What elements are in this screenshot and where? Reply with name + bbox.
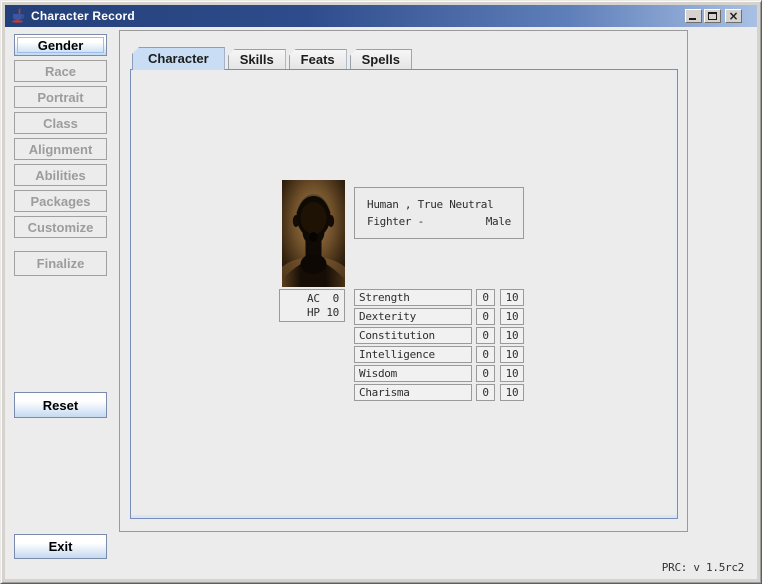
ability-score: 10: [500, 384, 524, 401]
ability-modifier: 0: [476, 346, 495, 363]
finalize-button[interactable]: Finalize: [14, 251, 107, 276]
ac-value: 0: [333, 292, 339, 306]
tab-spells[interactable]: Spells: [350, 49, 412, 69]
ability-row-charisma: Charisma 0 10: [354, 384, 525, 401]
ability-name: Dexterity: [354, 308, 472, 325]
window-title: Character Record: [31, 9, 135, 23]
ac-label: AC: [307, 292, 320, 305]
close-button[interactable]: ×: [725, 9, 742, 23]
minimize-icon: [689, 18, 696, 20]
hp-value: 10: [326, 306, 339, 320]
nav-button-portrait[interactable]: Portrait: [14, 86, 107, 108]
hp-label: HP: [307, 306, 320, 319]
nav-button-race[interactable]: Race: [14, 60, 107, 82]
window-controls: ×: [683, 9, 742, 23]
ability-row-dexterity: Dexterity 0 10: [354, 308, 525, 325]
ability-modifier: 0: [476, 308, 495, 325]
ability-row-wisdom: Wisdom 0 10: [354, 365, 525, 382]
character-portrait-image: [282, 180, 345, 287]
ability-modifier: 0: [476, 384, 495, 401]
nav-button-gender[interactable]: Gender: [14, 34, 107, 56]
tab-skills[interactable]: Skills: [228, 49, 286, 69]
class-text: Fighter -: [367, 213, 424, 230]
hp-line: HP 10: [280, 306, 344, 320]
java-coffee-cup-icon: [10, 8, 26, 24]
reset-button[interactable]: Reset: [14, 392, 107, 418]
ac-line: AC 0: [280, 292, 344, 306]
nav-button-class[interactable]: Class: [14, 112, 107, 134]
ability-score: 10: [500, 346, 524, 363]
main-panel: Character Skills Feats Spells: [119, 30, 688, 532]
minimize-button[interactable]: [685, 9, 702, 23]
ability-name: Wisdom: [354, 365, 472, 382]
character-tab-content: AC 0 HP 10 Human , True Neutral Fighter …: [130, 69, 678, 519]
ability-name: Charisma: [354, 384, 472, 401]
race-alignment-text: Human , True Neutral: [367, 196, 511, 213]
exit-button[interactable]: Exit: [14, 534, 107, 559]
prc-version-label: PRC: v 1.5rc2: [662, 561, 744, 574]
nav-button-customize[interactable]: Customize: [14, 216, 107, 238]
nav-button-packages[interactable]: Packages: [14, 190, 107, 212]
maximize-button[interactable]: [704, 9, 721, 23]
ability-score: 10: [500, 308, 524, 325]
ability-name: Strength: [354, 289, 472, 306]
ability-score: 10: [500, 365, 524, 382]
nav-button-abilities[interactable]: Abilities: [14, 164, 107, 186]
ability-modifier: 0: [476, 365, 495, 382]
character-summary-box: Human , True Neutral Fighter - Male: [354, 187, 524, 239]
app-window: Character Record × Gender Race Portrait …: [0, 0, 762, 584]
ability-row-intelligence: Intelligence 0 10: [354, 346, 525, 363]
combat-stats-box: AC 0 HP 10: [279, 289, 345, 322]
ability-row-constitution: Constitution 0 10: [354, 327, 525, 344]
gender-text: Male: [486, 213, 511, 230]
ability-modifier: 0: [476, 327, 495, 344]
tab-bar: Character Skills Feats Spells: [132, 46, 415, 70]
ability-name: Constitution: [354, 327, 472, 344]
ability-name: Intelligence: [354, 346, 472, 363]
nav-button-alignment[interactable]: Alignment: [14, 138, 107, 160]
maximize-icon: [708, 12, 717, 20]
class-gender-line: Fighter - Male: [367, 213, 511, 230]
client-area: Gender Race Portrait Class Alignment Abi…: [5, 27, 757, 579]
tab-character[interactable]: Character: [132, 47, 225, 70]
ability-modifier: 0: [476, 289, 495, 306]
ability-score: 10: [500, 327, 524, 344]
ability-score: 10: [500, 289, 524, 306]
tab-feats[interactable]: Feats: [289, 49, 347, 69]
titlebar: Character Record ×: [5, 5, 757, 27]
close-icon: ×: [726, 10, 741, 22]
ability-row-strength: Strength 0 10: [354, 289, 525, 306]
